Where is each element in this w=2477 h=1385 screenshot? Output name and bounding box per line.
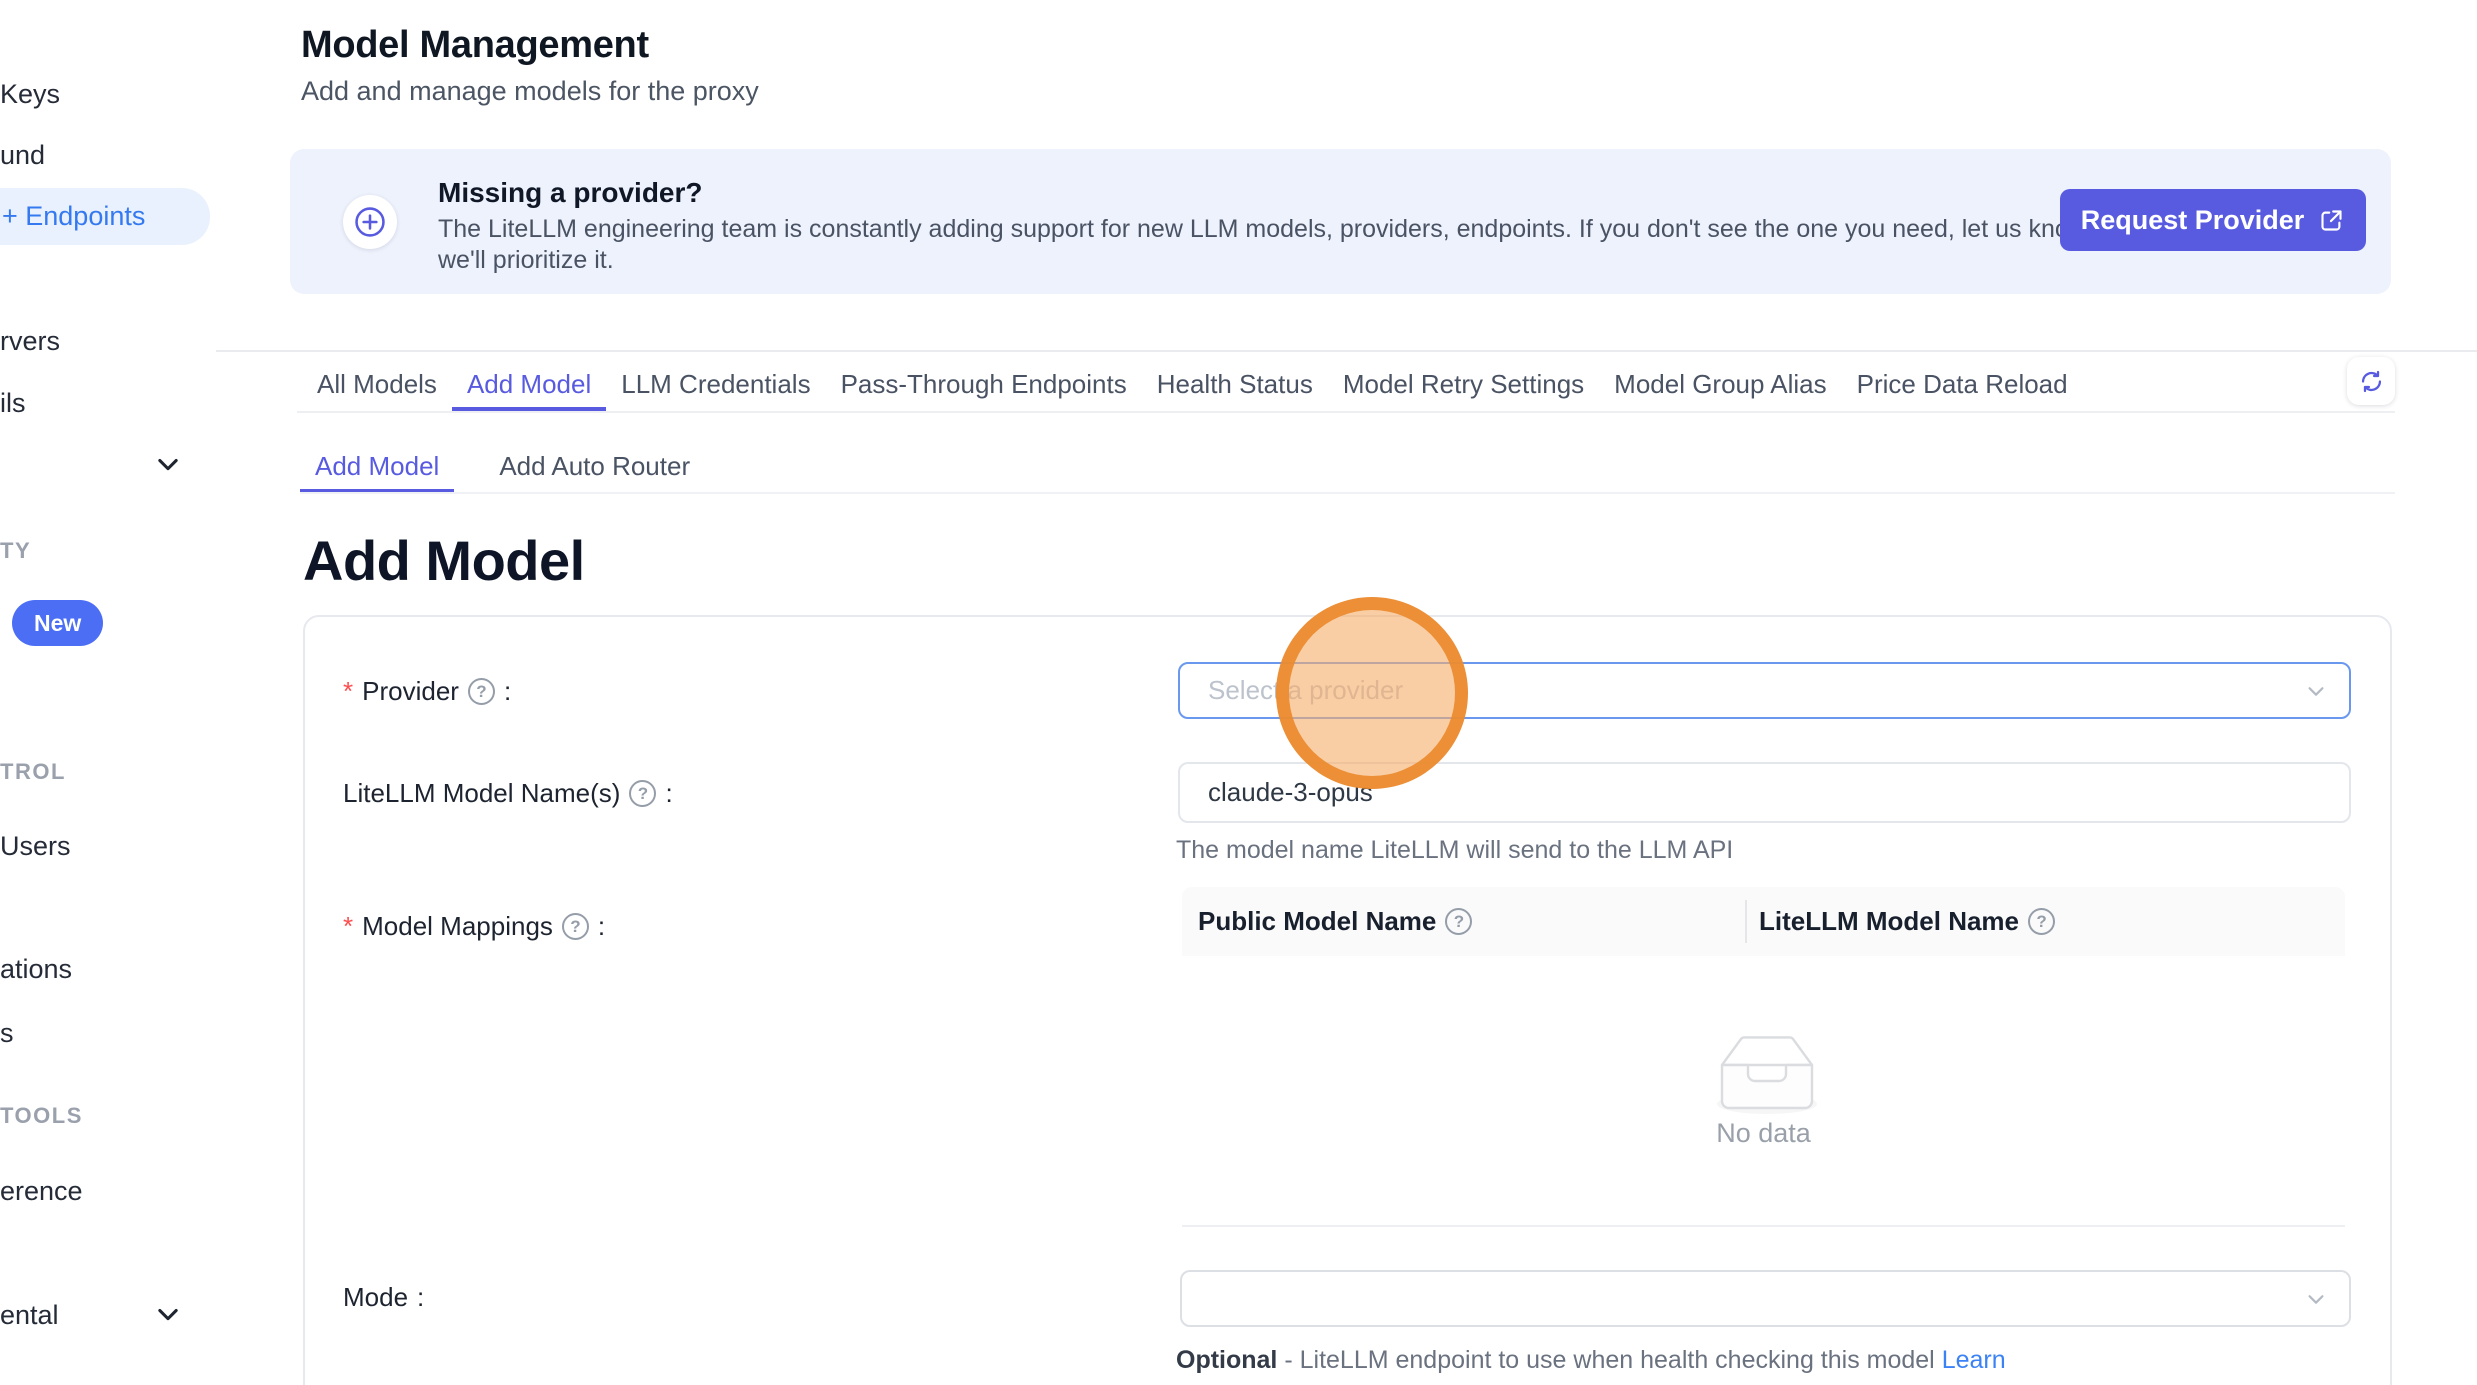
empty-inbox-icon <box>1697 1020 1837 1120</box>
subtabs-bottom-divider <box>300 492 2395 494</box>
request-provider-label: Request Provider <box>2081 205 2305 236</box>
sidebar-item-experimental[interactable]: ental <box>0 1301 59 1329</box>
sidebar-section-ty: TY <box>0 539 31 563</box>
model-name-value: claude-3-opus <box>1208 777 1373 808</box>
tab-price-data-reload[interactable]: Price Data Reload <box>1842 361 2083 411</box>
tab-all-models[interactable]: All Models <box>302 361 452 411</box>
tab-add-model[interactable]: Add Model <box>452 361 606 411</box>
tab-model-group-alias[interactable]: Model Group Alias <box>1599 361 1841 411</box>
provider-label-row: * Provider ? : <box>343 676 511 707</box>
tab-llm-credentials[interactable]: LLM Credentials <box>606 361 825 411</box>
refresh-icon <box>2358 368 2385 395</box>
tab-model-retry-settings[interactable]: Model Retry Settings <box>1328 361 1599 411</box>
subtab-add-auto-router[interactable]: Add Auto Router <box>484 443 705 493</box>
litellm-model-name-text: LiteLLM Model Name <box>1759 906 2019 937</box>
mode-help-optional: Optional <box>1176 1346 1277 1374</box>
banner-body-line2: we'll prioritize it. <box>438 246 614 275</box>
chevron-down-icon <box>2305 1288 2327 1310</box>
mode-help-text: - LiteLLM endpoint to use when health ch… <box>1277 1346 1941 1374</box>
model-name-label-row: LiteLLM Model Name(s) ? : <box>343 778 673 809</box>
banner-body-line1: The LiteLLM engineering team is constant… <box>438 215 2135 244</box>
help-icon[interactable]: ? <box>2028 908 2055 935</box>
page-title: Model Management <box>301 24 649 67</box>
label-colon: : <box>417 1282 424 1313</box>
sidebar-item-internal-users[interactable]: Users <box>0 832 71 860</box>
chevron-down-icon[interactable] <box>154 450 182 478</box>
model-mappings-label: Model Mappings <box>362 911 553 942</box>
sidebar-item-guardrails[interactable]: ils <box>0 389 26 417</box>
provider-select-placeholder: Select a provider <box>1208 675 1403 706</box>
refresh-button[interactable] <box>2347 357 2395 405</box>
sidebar-item-virtual-keys[interactable]: Keys <box>0 80 60 108</box>
sidebar-item-models-endpoints[interactable]: + Endpoints <box>0 188 210 245</box>
add-model-subtabs: Add Model Add Auto Router <box>300 443 705 493</box>
mode-help: Optional - LiteLLM endpoint to use when … <box>1176 1346 2006 1375</box>
provider-select[interactable]: Select a provider <box>1178 662 2351 719</box>
public-model-name-text: Public Model Name <box>1198 906 1436 937</box>
sidebar-item-reference[interactable]: erence <box>0 1177 83 1205</box>
model-tabs: All Models Add Model LLM Credentials Pas… <box>302 361 2083 411</box>
add-model-heading: Add Model <box>303 528 585 593</box>
page-subtitle: Add and manage models for the proxy <box>301 76 759 107</box>
column-header-public-model-name: Public Model Name ? <box>1182 906 1745 937</box>
new-badge: New <box>12 600 103 646</box>
tabs-bottom-divider <box>297 411 2395 413</box>
label-colon: : <box>504 676 511 707</box>
column-header-litellm-model-name: LiteLLM Model Name ? <box>1745 906 2055 937</box>
column-divider <box>1745 900 1747 943</box>
learn-link[interactable]: Learn <box>1942 1346 2006 1374</box>
chevron-down-icon[interactable] <box>154 1300 182 1328</box>
sidebar-item-teams[interactable]: s <box>0 1019 14 1047</box>
label-colon: : <box>598 911 605 942</box>
required-mark: * <box>343 911 353 942</box>
help-icon[interactable]: ? <box>468 678 495 705</box>
chevron-down-icon <box>2305 680 2327 702</box>
tab-health-status[interactable]: Health Status <box>1142 361 1328 411</box>
help-icon[interactable]: ? <box>1445 908 1472 935</box>
model-mappings-label-row: * Model Mappings ? : <box>343 911 605 942</box>
sidebar-item-models-endpoints-label: + Endpoints <box>2 201 145 232</box>
top-divider <box>216 350 2477 352</box>
subtab-add-model[interactable]: Add Model <box>300 443 454 493</box>
mode-label-row: Mode : <box>343 1282 424 1313</box>
model-name-help: The model name LiteLLM will send to the … <box>1176 836 1733 865</box>
sidebar-item-organizations[interactable]: ations <box>0 955 72 983</box>
external-link-icon <box>2318 207 2345 234</box>
banner-title: Missing a provider? <box>438 177 703 209</box>
help-icon[interactable]: ? <box>629 780 656 807</box>
mode-label: Mode <box>343 1282 408 1313</box>
model-name-label: LiteLLM Model Name(s) <box>343 778 620 809</box>
sidebar-section-tools: TOOLS <box>0 1104 83 1128</box>
table-bottom-border <box>1182 1225 2345 1227</box>
sidebar-section-trol: TROL <box>0 760 66 784</box>
help-icon[interactable]: ? <box>562 913 589 940</box>
no-data-text: No data <box>1182 1118 2345 1149</box>
sidebar-item-mcp-servers[interactable]: rvers <box>0 327 60 355</box>
model-name-input[interactable]: claude-3-opus <box>1178 762 2351 823</box>
required-mark: * <box>343 676 353 707</box>
model-management-page: Keys und + Endpoints rvers ils TY New TR… <box>0 0 2477 1385</box>
request-provider-button[interactable]: Request Provider <box>2060 189 2366 251</box>
label-colon: : <box>665 778 672 809</box>
provider-label: Provider <box>362 676 459 707</box>
plus-circle-icon <box>343 195 397 249</box>
tab-pass-through-endpoints[interactable]: Pass-Through Endpoints <box>826 361 1142 411</box>
sidebar-item-playground[interactable]: und <box>0 141 45 169</box>
mappings-table-header: Public Model Name ? LiteLLM Model Name ? <box>1182 887 2345 956</box>
mode-select[interactable] <box>1180 1270 2351 1327</box>
